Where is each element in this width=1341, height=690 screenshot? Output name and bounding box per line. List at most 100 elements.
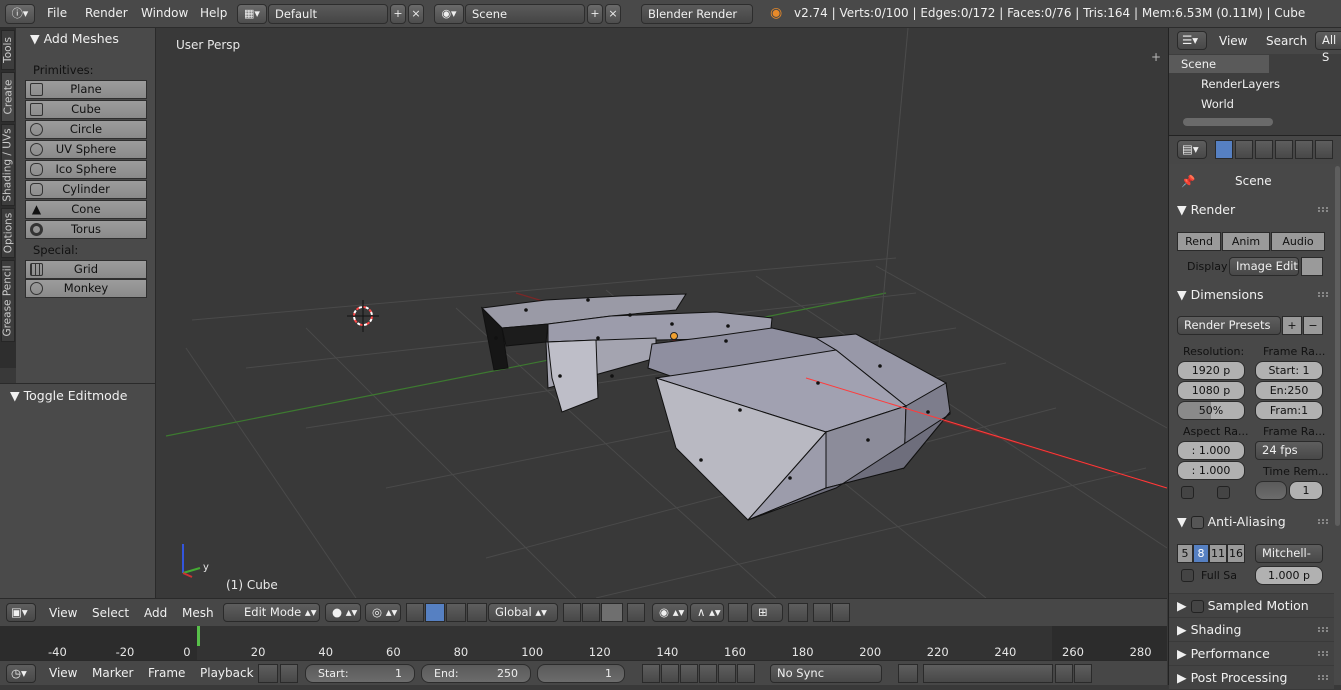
menu-add[interactable]: Add (144, 606, 167, 620)
outliner-menu-search[interactable]: Search (1266, 34, 1307, 48)
viewport-scene[interactable]: y (156, 28, 1167, 598)
toggle-editmode-header[interactable]: ▼ Toggle Editmode (10, 388, 127, 403)
outliner-menu-view[interactable]: View (1219, 34, 1247, 48)
display-dropdown[interactable]: Image Edit (1229, 257, 1299, 276)
object-tab-icon[interactable] (1295, 140, 1313, 159)
manipulator-toggle-icon[interactable] (406, 603, 424, 622)
mirror-icon[interactable] (788, 603, 808, 622)
editor-type-icon[interactable]: ▣▾ (6, 603, 36, 622)
performance-panel-header[interactable]: ▶ Performance (1169, 641, 1334, 665)
dimensions-panel-header[interactable]: ▼ Dimensions (1169, 283, 1334, 307)
sync-mode-dropdown[interactable]: No Sync (770, 664, 882, 683)
shading-panel-header[interactable]: ▶ Shading (1169, 617, 1334, 641)
time-remap-new-field[interactable]: 1 (1289, 481, 1323, 500)
add-meshes-header[interactable]: ▼ Add Meshes (30, 31, 119, 46)
render-animation-button[interactable]: Anim (1222, 232, 1270, 251)
add-grid-button[interactable]: Grid (25, 260, 147, 279)
viewport-shading-icon[interactable]: ● ▴▾ (325, 603, 361, 622)
menu-view[interactable]: View (49, 606, 77, 620)
add-circle-button[interactable]: Circle (25, 120, 147, 139)
face-select-icon[interactable] (601, 603, 623, 622)
3d-viewport[interactable]: y User Persp (1) Cube + (156, 28, 1167, 598)
jump-start-icon[interactable] (642, 664, 660, 683)
play-reverse-icon[interactable] (680, 664, 698, 683)
aa-samples-11[interactable]: 11 (1209, 544, 1227, 563)
render-panel-header[interactable]: ▼ Render (1169, 198, 1334, 222)
frame-start-field[interactable]: Start: 1 (1255, 361, 1323, 380)
aa-filter-size-field[interactable]: 1.000 p (1255, 566, 1323, 585)
add-scene-button[interactable]: + (587, 4, 603, 24)
time-remap-old-field[interactable] (1255, 481, 1287, 500)
frame-step-field[interactable]: Fram:1 (1255, 401, 1323, 420)
opengl-render-icon[interactable] (813, 603, 831, 622)
menu-select[interactable]: Select (92, 606, 129, 620)
add-layout-button[interactable]: + (390, 4, 406, 24)
aspect-y-field[interactable]: : 1.000 (1177, 461, 1245, 480)
remove-layout-button[interactable]: × (408, 4, 424, 24)
render-engine-dropdown[interactable]: Blender Render (641, 4, 753, 24)
proportional-edit-icon[interactable]: ◉ ▴▾ (652, 603, 688, 622)
render-panel-grip-icon[interactable] (1318, 207, 1328, 212)
snap-toggle-icon[interactable] (728, 603, 748, 622)
tab-options[interactable]: Options (1, 208, 15, 258)
shading-grip-icon[interactable] (1318, 627, 1328, 632)
translate-manipulator-icon[interactable] (425, 603, 445, 622)
add-plane-button[interactable]: Plane (25, 80, 147, 99)
current-frame-field[interactable]: 1 (537, 664, 625, 683)
aa-samples-16[interactable]: 16 (1227, 544, 1245, 563)
3d-cursor-icon[interactable] (347, 300, 379, 332)
menu-window[interactable]: Window (141, 6, 188, 20)
screen-layout-field[interactable]: Default (268, 4, 388, 24)
scene-field[interactable]: Scene (465, 4, 585, 24)
add-cylinder-button[interactable]: Cylinder (25, 180, 147, 199)
post-processing-grip-icon[interactable] (1318, 675, 1328, 680)
scene-icon[interactable]: ◉▾ (434, 4, 464, 24)
resolution-percentage-slider[interactable]: 50% (1177, 401, 1245, 420)
properties-editor-type-icon[interactable]: ▤▾ (1177, 140, 1207, 159)
timeline-menu-frame[interactable]: Frame (148, 666, 185, 680)
remove-scene-button[interactable]: × (605, 4, 621, 24)
timeline-menu-view[interactable]: View (49, 666, 77, 680)
anti-aliasing-grip-icon[interactable] (1318, 519, 1328, 524)
scale-manipulator-icon[interactable] (467, 603, 487, 622)
post-processing-panel-header[interactable]: ▶ Post Processing (1169, 665, 1334, 689)
mode-dropdown[interactable]: Edit Mode ▴▾ (223, 603, 320, 622)
resolution-y-field[interactable]: 1080 p (1177, 381, 1245, 400)
pivot-point-icon[interactable]: ◎ ▴▾ (365, 603, 401, 622)
render-presets-dropdown[interactable]: Render Presets (1177, 316, 1281, 335)
constraints-tab-icon[interactable] (1315, 140, 1333, 159)
info-editor-type-button[interactable]: ⓘ▾ (5, 4, 35, 24)
lock-range-icon[interactable] (280, 664, 298, 683)
frame-end-field[interactable]: En:250 (1255, 381, 1323, 400)
anti-aliasing-checkbox[interactable] (1190, 516, 1204, 529)
timeline[interactable]: -40 -20 0 20 40 60 80 100 120 140 160 180 200 220 240 2… (0, 626, 1167, 660)
end-frame-field[interactable]: End: 250 (421, 664, 531, 683)
anti-aliasing-panel-header[interactable]: ▼ Anti-Aliasing (1169, 510, 1334, 534)
performance-grip-icon[interactable] (1318, 651, 1328, 656)
menu-file[interactable]: File (47, 6, 67, 20)
rotate-manipulator-icon[interactable] (446, 603, 466, 622)
remove-preset-button[interactable]: − (1303, 316, 1323, 335)
add-preset-button[interactable]: + (1282, 316, 1302, 335)
aa-samples-8[interactable]: 8 (1193, 544, 1209, 563)
render-tab-icon[interactable] (1215, 140, 1233, 159)
record-icon[interactable] (898, 664, 918, 683)
menu-help[interactable]: Help (200, 6, 227, 20)
outliner-item-renderlayers[interactable]: RenderLayers (1201, 77, 1280, 91)
resolution-x-field[interactable]: 1920 p (1177, 361, 1245, 380)
outliner-item-scene[interactable]: Scene (1181, 57, 1216, 71)
add-torus-button[interactable]: Torus (25, 220, 147, 239)
aa-samples-5[interactable]: 5 (1177, 544, 1193, 563)
mesh-object[interactable] (480, 293, 951, 521)
full-sample-checkbox[interactable] (1181, 569, 1194, 582)
tab-create[interactable]: Create (1, 72, 15, 122)
add-cone-button[interactable]: ▲ Cone (25, 200, 147, 219)
screen-layout-icon[interactable]: ▦▾ (237, 4, 267, 24)
menu-mesh[interactable]: Mesh (182, 606, 214, 620)
border-checkbox[interactable] (1181, 486, 1194, 499)
opengl-anim-icon[interactable] (832, 603, 850, 622)
start-frame-field[interactable]: Start: 1 (305, 664, 415, 683)
motion-blur-checkbox[interactable] (1190, 600, 1204, 613)
dimensions-panel-grip-icon[interactable] (1318, 292, 1328, 297)
add-cube-button[interactable]: Cube (25, 100, 147, 119)
